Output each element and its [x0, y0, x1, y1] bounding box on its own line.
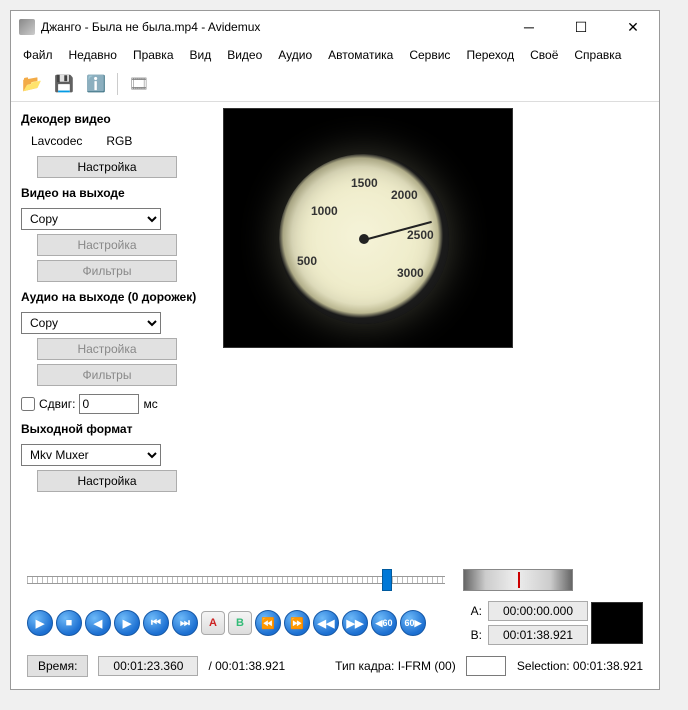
stop-button[interactable]: ■ [56, 610, 82, 636]
time-label-button[interactable]: Время: [27, 655, 88, 677]
output-format-select[interactable]: Mkv Muxer [21, 444, 161, 466]
next-black-button[interactable]: ▶▶ [342, 610, 368, 636]
toolbar: 📂 💾 ℹ️ 🎞 [11, 67, 659, 102]
status-row: Время: 00:01:23.360 / 00:01:38.921 Тип к… [27, 655, 643, 677]
next-frame-button[interactable]: ▶ [114, 610, 140, 636]
frame-input[interactable] [466, 656, 506, 676]
menubar: Файл Недавно Правка Вид Видео Аудио Авто… [11, 43, 659, 67]
menu-edit[interactable]: Правка [127, 45, 180, 65]
menu-recent[interactable]: Недавно [63, 45, 123, 65]
prev-keyframe-button[interactable]: ⏮ [143, 610, 169, 636]
transport-controls: ▶ ■ ◀ ▶ ⏮ ⏭ A B ⏪ ⏩ ◀◀ ▶▶ ◀60 60▶ A: 00:… [27, 601, 643, 645]
app-window: Джанго - Была не была.mp4 - Avidemux ─ ☐… [10, 10, 660, 690]
close-button[interactable]: ✕ [615, 15, 651, 39]
menu-file[interactable]: Файл [17, 45, 59, 65]
shift-unit: мс [143, 397, 157, 411]
timeline-area: ▶ ■ ◀ ▶ ⏮ ⏭ A B ⏪ ⏩ ◀◀ ▶▶ ◀60 60▶ A: 00:… [11, 561, 659, 689]
maximize-button[interactable]: ☐ [563, 15, 599, 39]
set-marker-a-button[interactable]: A [201, 611, 225, 635]
next-cut-button[interactable]: ⏩ [284, 610, 310, 636]
decoder-title: Декодер видео [21, 112, 211, 126]
next-keyframe-button[interactable]: ⏭ [172, 610, 198, 636]
current-time[interactable]: 00:01:23.360 [98, 656, 198, 676]
gauge-hub [359, 234, 369, 244]
decoder-codec: Lavcodec [31, 134, 82, 148]
ab-markers: A: 00:00:00.000 B: 00:01:38.921 [471, 601, 588, 645]
menu-go[interactable]: Переход [460, 45, 520, 65]
prev-black-button[interactable]: ◀◀ [313, 610, 339, 636]
thumbnail-preview [591, 602, 643, 644]
menu-tools[interactable]: Сервис [403, 45, 456, 65]
audio-out-select[interactable]: Copy [21, 312, 161, 334]
info-icon[interactable]: ℹ️ [83, 71, 109, 97]
marker-b-row: B: 00:01:38.921 [471, 625, 588, 645]
video-out-title: Видео на выходе [21, 186, 211, 200]
window-controls: ─ ☐ ✕ [511, 15, 651, 39]
window-title: Джанго - Была не была.mp4 - Avidemux [41, 20, 511, 34]
decoder-colorspace: RGB [106, 134, 132, 148]
gauge-tick: 500 [297, 254, 317, 268]
decoder-info: Lavcodec RGB [21, 134, 211, 148]
set-marker-b-button[interactable]: B [228, 611, 252, 635]
app-icon [19, 19, 35, 35]
selection-label: Selection: 00:01:38.921 [517, 659, 643, 673]
gauge-image: 500 1000 1500 2000 2500 3000 [279, 154, 449, 324]
content-area: Декодер видео Lavcodec RGB Настройка Вид… [11, 102, 659, 561]
video-filters-button[interactable]: Фильтры [37, 260, 177, 282]
shift-checkbox[interactable] [21, 397, 35, 411]
video-preview: 500 1000 1500 2000 2500 3000 [223, 108, 513, 348]
shift-input[interactable] [79, 394, 139, 414]
output-settings-button[interactable]: Настройка [37, 470, 177, 492]
menu-help[interactable]: Справка [568, 45, 627, 65]
audio-out-title: Аудио на выходе (0 дорожек) [21, 290, 211, 304]
slider-thumb[interactable] [382, 569, 392, 591]
menu-view[interactable]: Вид [184, 45, 218, 65]
left-panel: Декодер видео Lavcodec RGB Настройка Вид… [21, 108, 211, 555]
gauge-tick: 2500 [407, 228, 434, 242]
back-60s-button[interactable]: ◀60 [371, 610, 397, 636]
shift-label: Сдвиг: [39, 397, 75, 411]
a-time: 00:00:00.000 [488, 601, 588, 621]
gauge-tick: 1500 [351, 176, 378, 190]
a-label: A: [471, 604, 482, 618]
menu-audio[interactable]: Аудио [272, 45, 318, 65]
b-time: 00:01:38.921 [488, 625, 588, 645]
prev-cut-button[interactable]: ⏪ [255, 610, 281, 636]
minimize-button[interactable]: ─ [511, 15, 547, 39]
prev-frame-button[interactable]: ◀ [85, 610, 111, 636]
calc-icon[interactable]: 🎞 [126, 71, 152, 97]
total-time: / 00:01:38.921 [208, 659, 285, 673]
video-out-select[interactable]: Copy [21, 208, 161, 230]
audio-settings-button[interactable]: Настройка [37, 338, 177, 360]
b-label: B: [471, 628, 482, 642]
toolbar-separator [117, 73, 118, 95]
frame-type: Тип кадра: I-FRM (00) [335, 659, 456, 673]
decoder-settings-button[interactable]: Настройка [37, 156, 177, 178]
titlebar: Джанго - Была не была.mp4 - Avidemux ─ ☐… [11, 11, 659, 43]
menu-custom[interactable]: Своё [524, 45, 564, 65]
save-icon[interactable]: 💾 [51, 71, 77, 97]
play-button[interactable]: ▶ [27, 610, 53, 636]
menu-video[interactable]: Видео [221, 45, 268, 65]
timeline-row [27, 569, 643, 591]
gauge-tick: 3000 [397, 266, 424, 280]
open-icon[interactable]: 📂 [19, 71, 45, 97]
fwd-60s-button[interactable]: 60▶ [400, 610, 426, 636]
preview-area: 500 1000 1500 2000 2500 3000 [223, 108, 649, 555]
marker-a-row: A: 00:00:00.000 [471, 601, 588, 621]
gauge-tick: 1000 [311, 204, 338, 218]
seek-slider[interactable] [27, 569, 445, 591]
gauge-tick: 2000 [391, 188, 418, 202]
audio-shift-row: Сдвиг: мс [21, 394, 211, 414]
video-settings-button[interactable]: Настройка [37, 234, 177, 256]
output-format-title: Выходной формат [21, 422, 211, 436]
menu-auto[interactable]: Автоматика [322, 45, 399, 65]
audio-filters-button[interactable]: Фильтры [37, 364, 177, 386]
jog-wheel[interactable] [463, 569, 573, 591]
